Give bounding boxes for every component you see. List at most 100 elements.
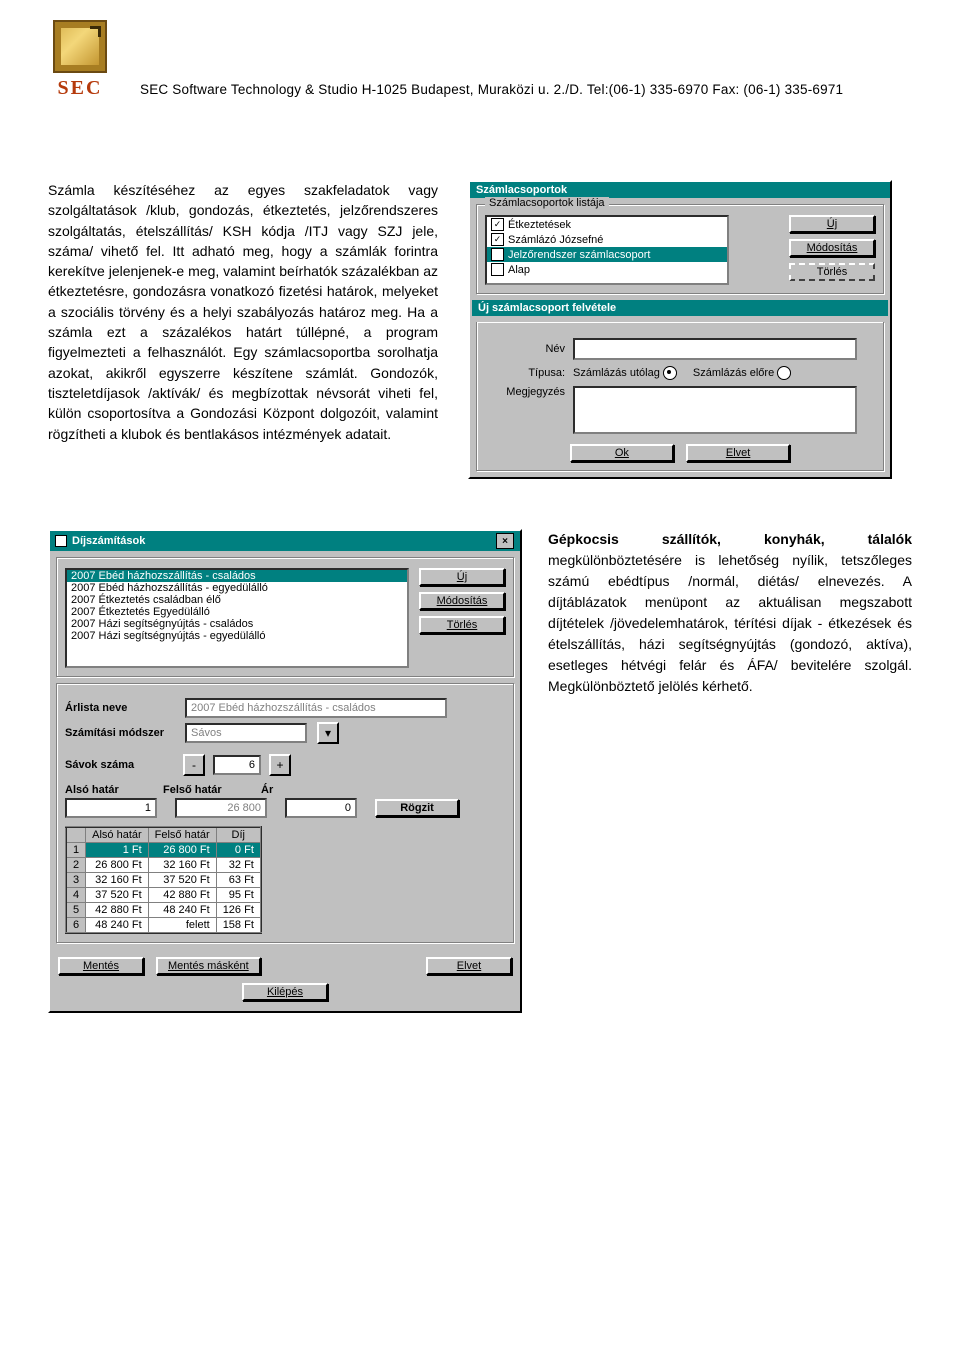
list-item[interactable]: ✓ Étkeztetések — [487, 217, 727, 232]
cell-also: 48 240 Ft — [86, 918, 149, 934]
label-tipus: Típusa: — [485, 367, 565, 379]
cell-also: 1 Ft — [86, 843, 149, 858]
input-ar[interactable]: 0 — [285, 798, 357, 818]
company-contact-line: SEC Software Technology & Studio H-1025 … — [140, 82, 843, 97]
minus-button[interactable]: - — [183, 754, 205, 776]
title-text: Számlacsoportok — [476, 184, 567, 196]
grid-header — [66, 827, 86, 843]
intro-text: Számla készítéséhez az egyes szakfeladat… — [48, 182, 438, 442]
hdr-also: Alsó határ — [65, 784, 145, 796]
list-item[interactable]: ✓ Jelzőrendszer számlacsoport — [487, 247, 727, 262]
dij-delete-button[interactable]: Törlés — [419, 616, 505, 634]
window-dijszamitasok: Díjszámítások × 2007 Ebéd házhozszállítá… — [48, 529, 522, 1013]
input-also[interactable]: 1 — [65, 798, 157, 818]
cell-also: 32 160 Ft — [86, 873, 149, 888]
para2-lead: Gépkocsis szállítók, konyhák, tálalók — [548, 531, 912, 547]
plus-button[interactable]: + — [269, 754, 291, 776]
szamlacsoport-listbox[interactable]: ✓ Étkeztetések ✓ Számlázó Józsefné ✓ Jelzőren… — [485, 215, 729, 285]
list-item[interactable]: 2007 Ebéd házhozszállítás - családos — [67, 570, 407, 582]
titlebar-dijszam[interactable]: Díjszámítások × — [50, 531, 520, 551]
checkbox-icon[interactable]: ✓ — [491, 248, 504, 261]
list-item[interactable]: 2007 Házi segítségnyújtás - családos — [67, 618, 407, 630]
input-nev[interactable] — [573, 338, 857, 360]
radio-utolag[interactable] — [663, 366, 677, 380]
cell-felso: 48 240 Ft — [148, 903, 216, 918]
row-number: 3 — [66, 873, 86, 888]
modify-button[interactable]: Módosítás — [789, 239, 875, 257]
list-item[interactable]: Alap — [487, 262, 727, 277]
list-item-label: Étkeztetések — [508, 219, 571, 231]
ok-button[interactable]: Ok — [570, 444, 674, 462]
exit-button[interactable]: Kilépés — [242, 983, 328, 1001]
dij-modify-button[interactable]: Módosítás — [419, 592, 505, 610]
table-row[interactable]: 648 240 Ftfelett158 Ft — [66, 918, 261, 934]
dij-listbox[interactable]: 2007 Ebéd házhozszállítás - családos2007… — [65, 568, 409, 668]
new-button[interactable]: Új — [789, 215, 875, 233]
cell-also: 37 520 Ft — [86, 888, 149, 903]
table-row[interactable]: 332 160 Ft37 520 Ft63 Ft — [66, 873, 261, 888]
row-number: 2 — [66, 858, 86, 873]
cell-dij: 32 Ft — [216, 858, 261, 873]
table-row[interactable]: 542 880 Ft48 240 Ft126 Ft — [66, 903, 261, 918]
close-icon[interactable]: × — [496, 533, 514, 549]
cell-dij: 63 Ft — [216, 873, 261, 888]
table-row[interactable]: 226 800 Ft32 160 Ft32 Ft — [66, 858, 261, 873]
para2-rest: megkülönböztetésére is lehetőség nyílik,… — [548, 552, 912, 694]
cell-dij: 95 Ft — [216, 888, 261, 903]
select-szmod[interactable]: Sávos — [185, 723, 307, 743]
grid-header: Felső határ — [148, 827, 216, 843]
saveas-button[interactable]: Mentés másként — [156, 957, 261, 975]
elvet-button[interactable]: Elvet — [426, 957, 512, 975]
cell-dij: 158 Ft — [216, 918, 261, 934]
logo-icon — [53, 20, 107, 73]
list-item-label: Alap — [508, 264, 530, 276]
list-item-label: Számlázó Józsefné — [508, 234, 603, 246]
checkbox-icon[interactable] — [491, 263, 504, 276]
cell-also: 42 880 Ft — [86, 903, 149, 918]
radio-elore[interactable] — [777, 366, 791, 380]
hdr-ar: Ár — [261, 784, 321, 796]
label-nev: Név — [485, 343, 565, 355]
titlebar-szamlacsoportok[interactable]: Számlacsoportok — [470, 182, 890, 198]
subheader-new: Új számlacsoport felvétele — [472, 300, 888, 316]
list-item[interactable]: 2007 Házi segítségnyújtás - egyedülálló — [67, 630, 407, 642]
cancel-button[interactable]: Elvet — [686, 444, 790, 462]
dij-grid[interactable]: Alsó határFelső határDíj11 Ft26 800 Ft0 … — [65, 826, 262, 934]
list-item[interactable]: ✓ Számlázó Józsefné — [487, 232, 727, 247]
delete-button[interactable]: Törlés — [789, 263, 875, 281]
group-list-legend: Számlacsoportok listája — [485, 197, 609, 209]
row-number: 5 — [66, 903, 86, 918]
label-megj: Megjegyzés — [485, 386, 565, 398]
dij-new-button[interactable]: Új — [419, 568, 505, 586]
radio-utolag-label[interactable]: Számlázás utólag — [573, 366, 677, 380]
radio-elore-label[interactable]: Számlázás előre — [693, 366, 791, 380]
table-row[interactable]: 437 520 Ft42 880 Ft95 Ft — [66, 888, 261, 903]
groupbox-arlista: Árlista neve 2007 Ebéd házhozszállítás -… — [56, 683, 514, 943]
checkbox-icon[interactable]: ✓ — [491, 233, 504, 246]
paragraph-2: Gépkocsis szállítók, konyhák, tálalók me… — [548, 529, 912, 697]
intro-paragraph: Számla készítéséhez az egyes szakfeladat… — [48, 180, 438, 444]
groupbox-list: Számlacsoportok listája ✓Étkeztetések✓Sz… — [476, 204, 884, 294]
list-item[interactable]: 2007 Étkeztetés Egyedülálló — [67, 606, 407, 618]
list-item[interactable]: 2007 Étkeztetés családban élő — [67, 594, 407, 606]
cell-felso: 26 800 Ft — [148, 843, 216, 858]
list-item-label: Jelzőrendszer számlacsoport — [508, 249, 650, 261]
table-row[interactable]: 11 Ft26 800 Ft0 Ft — [66, 843, 261, 858]
input-felso[interactable]: 26 800 — [175, 798, 267, 818]
groupbox-dij-list: 2007 Ebéd házhozszállítás - családos2007… — [56, 557, 514, 677]
checkbox-icon[interactable]: ✓ — [491, 218, 504, 231]
input-arlista[interactable]: 2007 Ebéd házhozszállítás - családos — [185, 698, 447, 718]
list-item[interactable]: 2007 Ebéd házhozszállítás - egyedülálló — [67, 582, 407, 594]
save-button[interactable]: Mentés — [58, 957, 144, 975]
row-number: 4 — [66, 888, 86, 903]
subheader-text: Új számlacsoport felvétele — [478, 302, 616, 314]
input-savok[interactable]: 6 — [213, 755, 261, 775]
logo-text: SEC — [58, 77, 103, 100]
label-arlista: Árlista neve — [65, 702, 175, 714]
rogzit-button[interactable]: Rögzit — [375, 799, 459, 817]
cell-felso: 32 160 Ft — [148, 858, 216, 873]
label-savok: Sávok száma — [65, 759, 175, 771]
hdr-felso: Felső határ — [163, 784, 243, 796]
textarea-megj[interactable] — [573, 386, 857, 434]
dropdown-icon[interactable]: ▾ — [317, 722, 339, 744]
